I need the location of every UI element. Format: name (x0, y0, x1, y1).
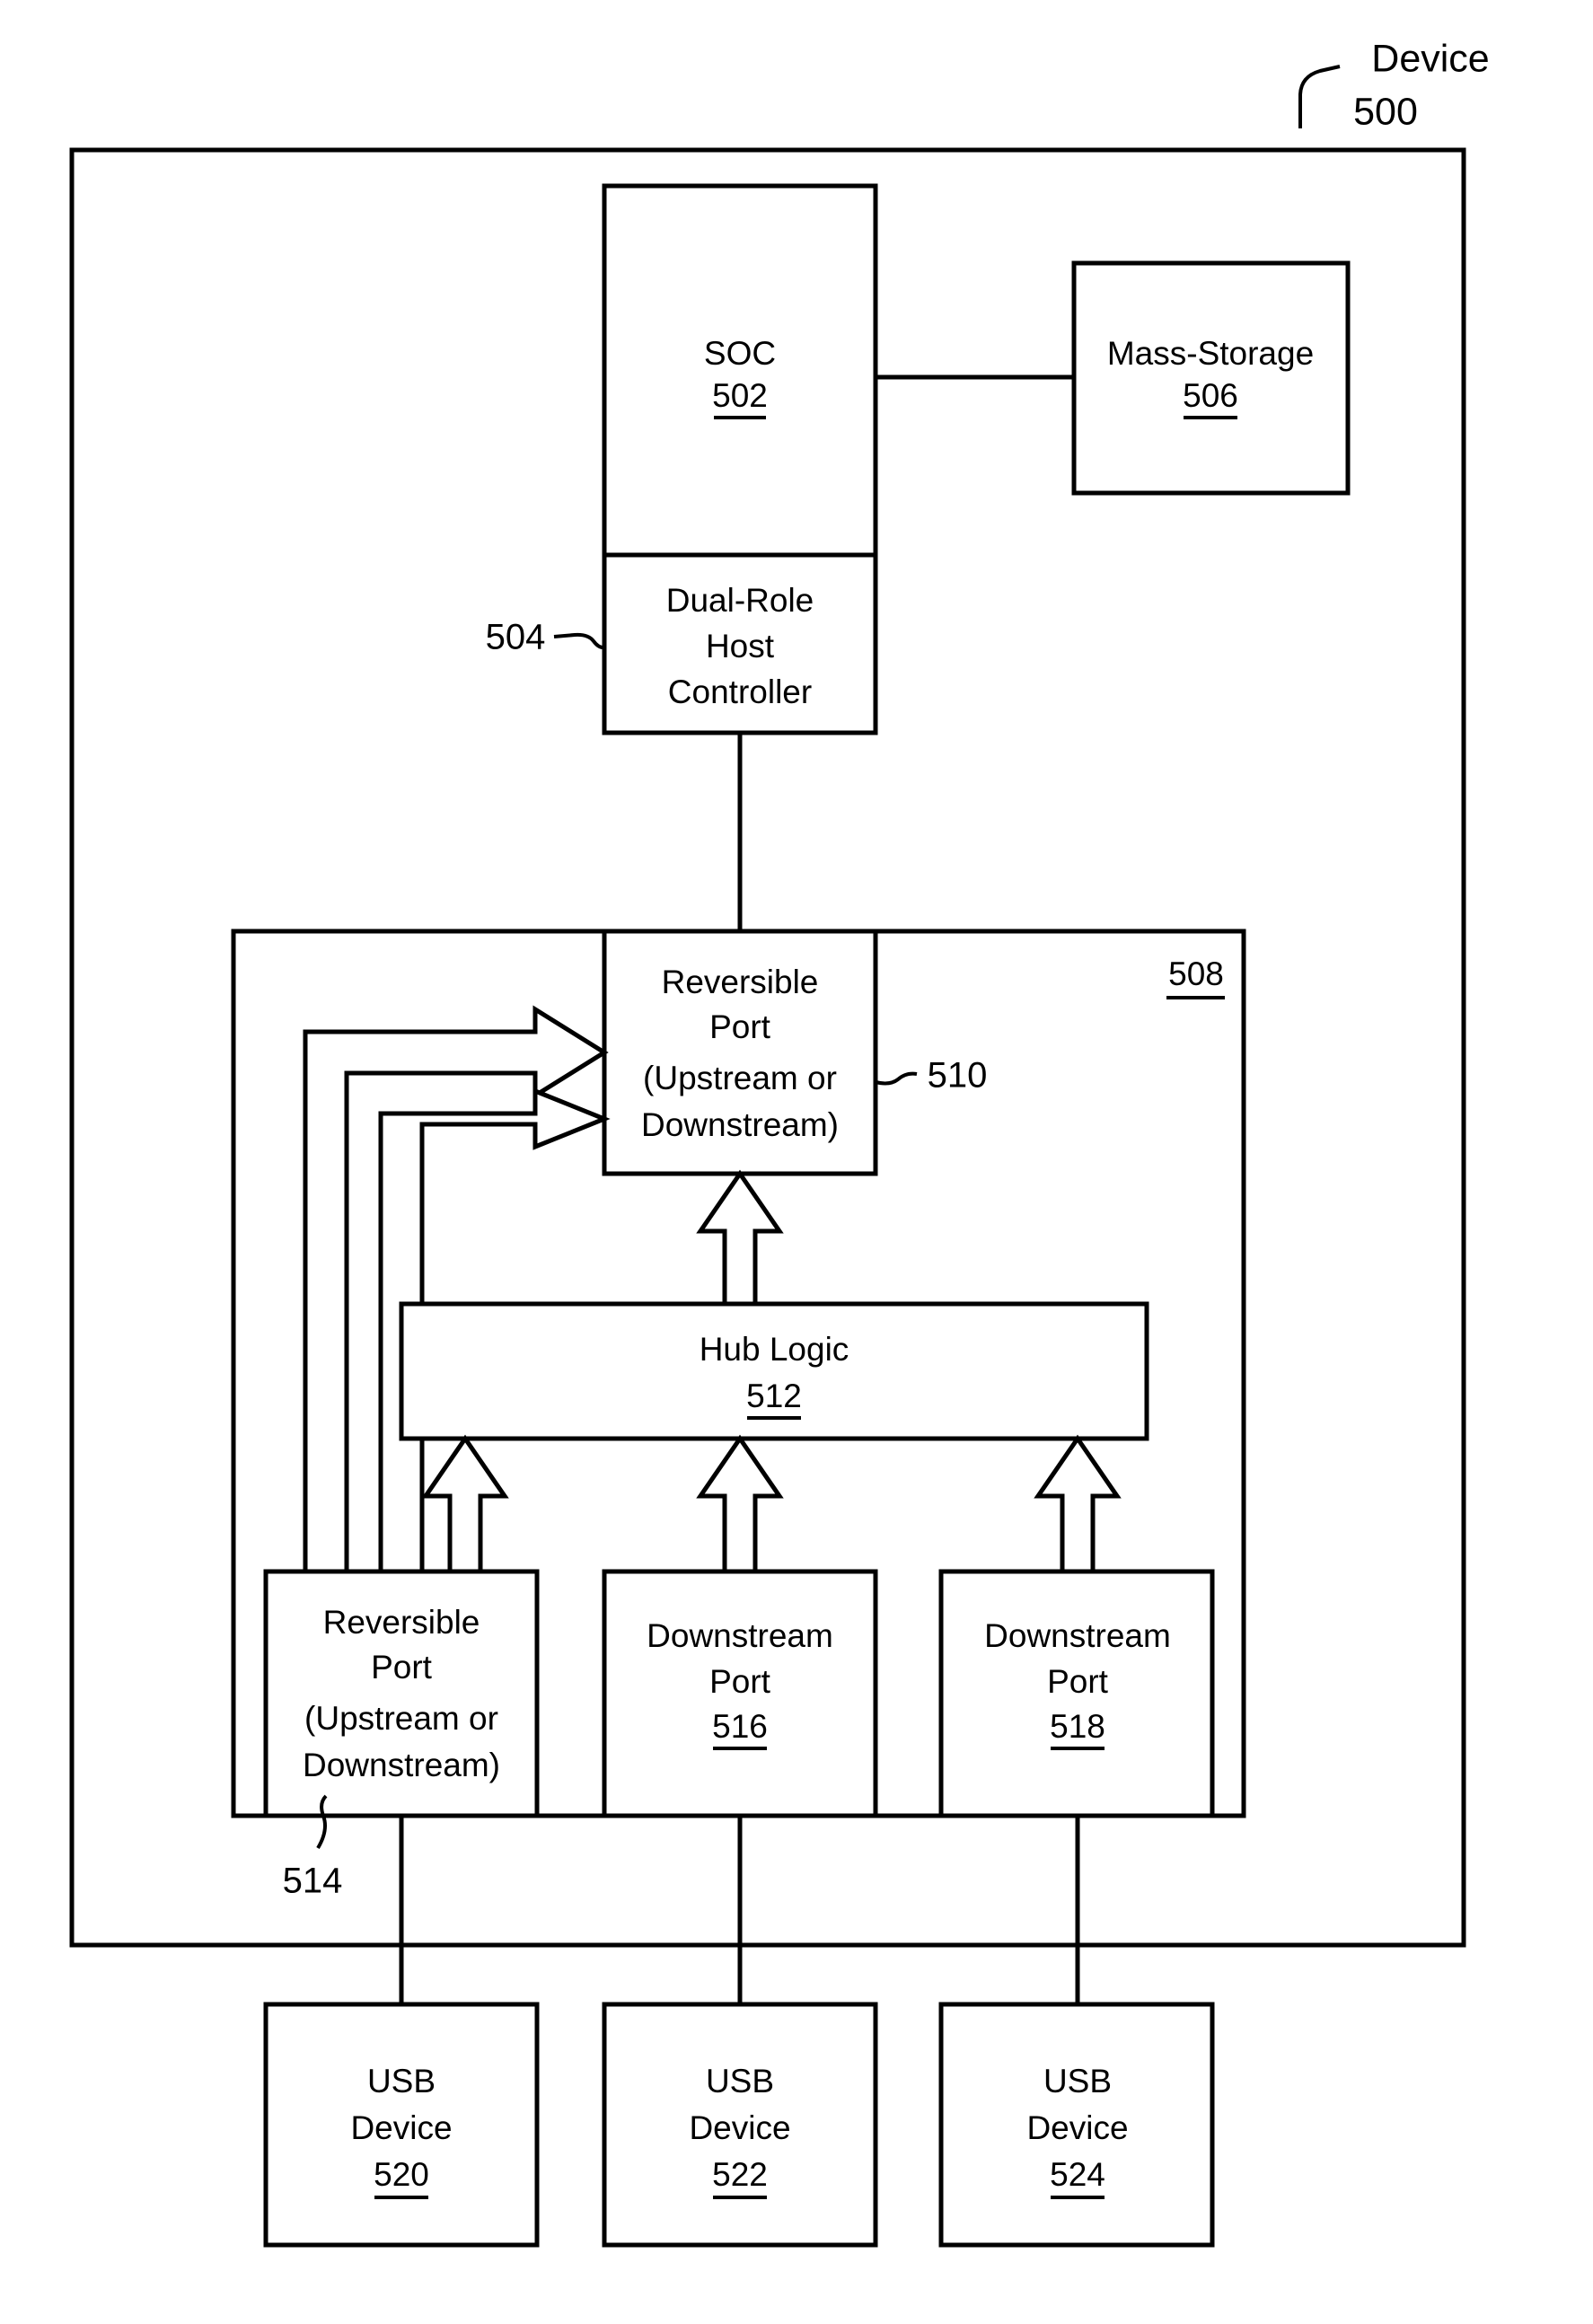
host-controller-line2: Host (706, 628, 775, 665)
usb-device-524-ref: 524 (1050, 2156, 1105, 2193)
soc-ref: 502 (712, 377, 768, 414)
soc-label: SOC (704, 335, 776, 372)
downstream-port-516-line1: Downstream (647, 1617, 833, 1654)
mass-storage-label: Mass-Storage (1107, 335, 1314, 372)
usb-device-522-line1: USB (706, 2063, 774, 2100)
reversible-port-bottom-ref: 514 (283, 1862, 343, 1901)
downstream-port-518-line2: Port (1047, 1663, 1109, 1700)
device-leader-line (1298, 65, 1341, 128)
host-controller-line3: Controller (668, 673, 812, 710)
reversible-port-top-line4: Downstream) (641, 1106, 839, 1143)
hub-logic-ref: 512 (746, 1378, 802, 1414)
hub-ref: 508 (1168, 955, 1224, 992)
figure-title: Device (1371, 37, 1489, 80)
usb-device-522-ref: 522 (712, 2156, 768, 2193)
reversible-port-top-ref: 510 (928, 1056, 988, 1096)
figure-title-ref: 500 (1353, 90, 1418, 133)
usb-device-520-ref: 520 (374, 2156, 429, 2193)
reversible-port-top-line3: (Upstream or (643, 1060, 837, 1096)
reversible-port-bottom-line2: Port (371, 1649, 433, 1686)
reversible-port-top-line1: Reversible (662, 964, 819, 1000)
host-controller-line1: Dual-Role (666, 582, 814, 619)
downstream-port-518-ref: 518 (1050, 1708, 1105, 1745)
reversible-port-bottom-line1: Reversible (323, 1604, 480, 1641)
downstream-port-518-line1: Downstream (984, 1617, 1171, 1654)
usb-device-520-line1: USB (367, 2063, 436, 2100)
host-controller-ref: 504 (486, 618, 546, 657)
figure-canvas: Device 500 SOC 502 Dual-Role Host Contro… (0, 0, 1593, 2324)
reversible-port-bottom-line4: Downstream) (303, 1747, 500, 1783)
reversible-port-bottom-line3: (Upstream or (304, 1700, 498, 1737)
downstream-port-516-ref: 516 (712, 1708, 768, 1745)
block-diagram-svg: Device 500 SOC 502 Dual-Role Host Contro… (69, 37, 1490, 2248)
usb-device-520-line2: Device (350, 2109, 452, 2146)
reversible-port-top-line2: Port (709, 1008, 771, 1045)
usb-device-522-line2: Device (689, 2109, 790, 2146)
hub-logic-label: Hub Logic (700, 1331, 849, 1368)
usb-device-524-line1: USB (1043, 2063, 1112, 2100)
downstream-port-516-line2: Port (709, 1663, 771, 1700)
usb-device-524-line2: Device (1026, 2109, 1128, 2146)
mass-storage-ref: 506 (1183, 377, 1238, 414)
